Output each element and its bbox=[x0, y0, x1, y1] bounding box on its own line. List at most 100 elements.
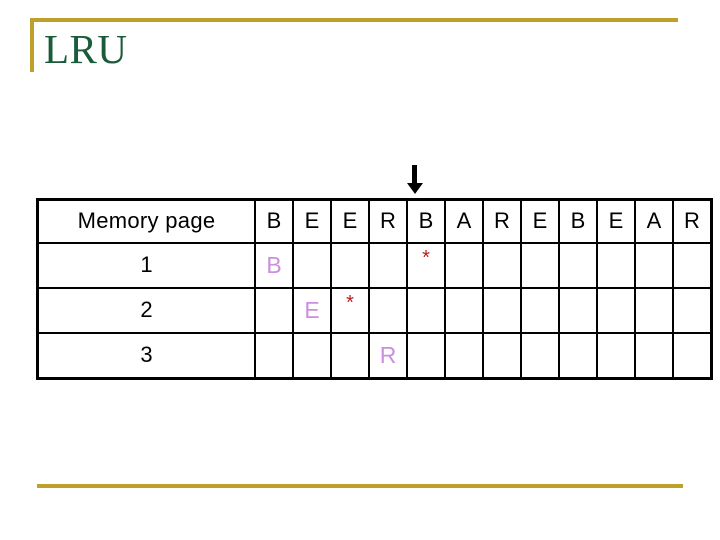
cell-r3-c4: R bbox=[368, 331, 408, 379]
cell-content-empty bbox=[636, 334, 672, 377]
cell-r1-c8 bbox=[520, 241, 560, 289]
slide-bottom-accent-rule bbox=[37, 484, 683, 488]
cell-r3-c6 bbox=[444, 331, 484, 379]
cell-content-empty bbox=[332, 244, 368, 287]
header-reference-letter-3: E bbox=[330, 198, 370, 244]
slide-top-accent-rule bbox=[30, 18, 678, 22]
cell-r3-c3 bbox=[330, 331, 370, 379]
table-row: 1 B * bbox=[36, 241, 713, 289]
cell-content-empty bbox=[598, 244, 634, 287]
cell-content-empty bbox=[408, 289, 444, 332]
cell-content-letter: E bbox=[294, 289, 330, 332]
cell-r2-c12 bbox=[672, 286, 713, 334]
header-reference-letter-6: A bbox=[444, 198, 484, 244]
cell-content-empty bbox=[560, 334, 596, 377]
cell-content-empty bbox=[446, 334, 482, 377]
header-reference-letter-12: R bbox=[672, 198, 713, 244]
cell-r2-c4 bbox=[368, 286, 408, 334]
page-letter: E bbox=[304, 296, 320, 323]
cell-content-star: * bbox=[332, 289, 368, 332]
cell-content-empty bbox=[560, 289, 596, 332]
cell-content-empty bbox=[484, 334, 520, 377]
page-title: LRU bbox=[44, 26, 128, 72]
cell-content-empty bbox=[598, 334, 634, 377]
header-reference-letter-11: A bbox=[634, 198, 674, 244]
cell-r2-c3: * bbox=[330, 286, 370, 334]
cell-content-empty bbox=[484, 289, 520, 332]
cell-content-empty bbox=[370, 244, 406, 287]
header-memory-page-label: Memory page bbox=[36, 198, 256, 244]
row-label-frame-2: 2 bbox=[36, 286, 256, 334]
cell-content-empty bbox=[522, 244, 558, 287]
slide-left-accent-rule bbox=[30, 18, 34, 72]
cell-content-empty bbox=[256, 289, 292, 332]
header-reference-letter-7: R bbox=[482, 198, 522, 244]
cell-r3-c10 bbox=[596, 331, 636, 379]
down-arrow-icon bbox=[405, 165, 425, 195]
cell-r1-c9 bbox=[558, 241, 598, 289]
table-header-row: Memory page B E E R B A R E B E A R bbox=[36, 198, 713, 244]
header-reference-letter-1: B bbox=[254, 198, 294, 244]
cell-content-empty bbox=[446, 244, 482, 287]
cell-r1-c6 bbox=[444, 241, 484, 289]
cell-content-empty bbox=[484, 244, 520, 287]
cell-content-empty bbox=[446, 289, 482, 332]
cell-content-empty bbox=[332, 334, 368, 377]
cell-r3-c8 bbox=[520, 331, 560, 379]
cell-content-empty bbox=[636, 244, 672, 287]
asterisk-icon: * bbox=[422, 247, 430, 269]
cell-r3-c12 bbox=[672, 331, 713, 379]
cell-r2-c5 bbox=[406, 286, 446, 334]
header-reference-letter-9: B bbox=[558, 198, 598, 244]
header-reference-letter-2: E bbox=[292, 198, 332, 244]
cell-r3-c5 bbox=[406, 331, 446, 379]
cell-content-empty bbox=[560, 244, 596, 287]
memory-page-table: Memory page B E E R B A R E B E A R 1 B * 2 E * 3 R bbox=[36, 198, 713, 380]
cell-content-letter: R bbox=[370, 334, 406, 377]
cell-r3-c9 bbox=[558, 331, 598, 379]
row-label-frame-1: 1 bbox=[36, 241, 256, 289]
cell-content-letter: B bbox=[256, 244, 292, 287]
row-label-frame-3: 3 bbox=[36, 331, 256, 379]
cell-r1-c3 bbox=[330, 241, 370, 289]
header-reference-letter-4: R bbox=[368, 198, 408, 244]
cell-content-empty bbox=[256, 334, 292, 377]
cell-content-empty bbox=[294, 244, 330, 287]
cell-r1-c7 bbox=[482, 241, 522, 289]
cell-r2-c2: E bbox=[292, 286, 332, 334]
cell-r1-c12 bbox=[672, 241, 713, 289]
cell-r2-c11 bbox=[634, 286, 674, 334]
cell-content-empty bbox=[408, 334, 444, 377]
page-letter: B bbox=[266, 251, 282, 278]
cell-content-star: * bbox=[408, 244, 444, 287]
cell-r3-c1 bbox=[254, 331, 294, 379]
header-reference-letter-10: E bbox=[596, 198, 636, 244]
cell-content-empty bbox=[522, 289, 558, 332]
asterisk-icon: * bbox=[346, 292, 354, 314]
cell-r1-c2 bbox=[292, 241, 332, 289]
cell-r2-c8 bbox=[520, 286, 560, 334]
cell-content-empty bbox=[522, 334, 558, 377]
cell-r2-c9 bbox=[558, 286, 598, 334]
table-row: 3R bbox=[36, 331, 713, 379]
cell-r2-c6 bbox=[444, 286, 484, 334]
cell-content-empty bbox=[294, 334, 330, 377]
cell-content-empty bbox=[674, 289, 710, 332]
cell-content-empty bbox=[598, 289, 634, 332]
header-reference-letter-5: B bbox=[406, 198, 446, 244]
cell-content-empty bbox=[636, 289, 672, 332]
cell-r3-c2 bbox=[292, 331, 332, 379]
cell-r1-c1: B bbox=[254, 241, 294, 289]
cell-r3-c7 bbox=[482, 331, 522, 379]
cell-content-empty bbox=[674, 334, 710, 377]
cell-r1-c10 bbox=[596, 241, 636, 289]
cell-r3-c11 bbox=[634, 331, 674, 379]
header-reference-letter-8: E bbox=[520, 198, 560, 244]
cell-r1-c5: * bbox=[406, 241, 446, 289]
memory-page-table-grid: Memory page B E E R B A R E B E A R 1 B * 2 E * 3 R bbox=[36, 198, 713, 380]
cell-r2-c7 bbox=[482, 286, 522, 334]
cell-r2-c1 bbox=[254, 286, 294, 334]
page-letter: R bbox=[379, 341, 397, 368]
cell-r2-c10 bbox=[596, 286, 636, 334]
cell-r1-c11 bbox=[634, 241, 674, 289]
